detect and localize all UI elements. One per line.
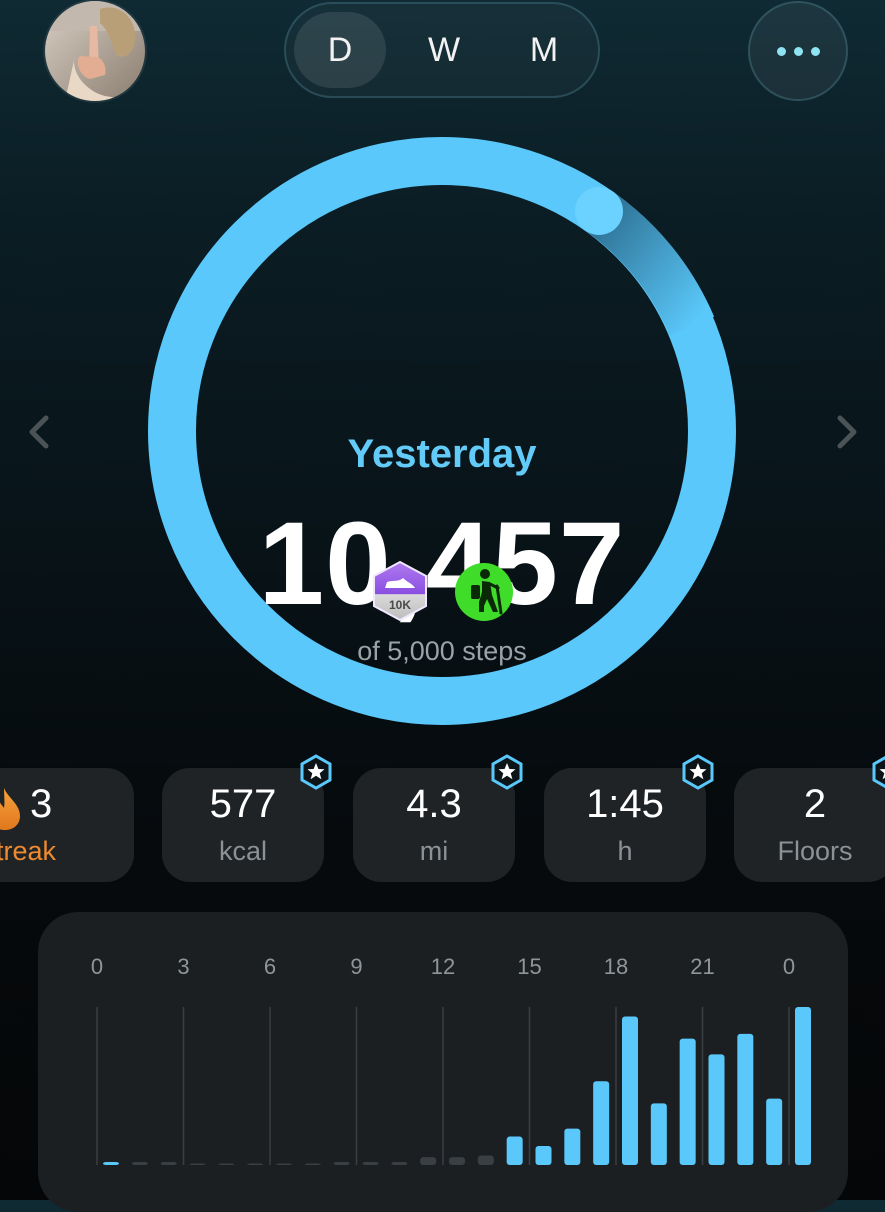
floors-unit: Floors	[734, 836, 885, 867]
chart-bar	[276, 1164, 292, 1166]
tab-day[interactable]: D	[294, 12, 386, 88]
chart-tick-label: 18	[604, 954, 628, 979]
chart-bar	[218, 1164, 234, 1166]
floors-value: 2	[734, 782, 885, 827]
chart-bar	[622, 1016, 638, 1165]
previous-day-button[interactable]	[20, 410, 60, 454]
active-time-card[interactable]: 1:45 h	[544, 768, 706, 882]
chart-bar	[247, 1164, 263, 1166]
steps-ring[interactable]: Yesterday 10,457 of 5,000 steps	[147, 136, 737, 726]
more-options-button[interactable]	[748, 1, 848, 101]
streak-label: Streak	[0, 836, 56, 867]
steps-value: 10,457	[147, 509, 737, 619]
ellipsis-dot	[811, 47, 820, 56]
chart-bar	[651, 1103, 667, 1165]
chart-bar	[478, 1156, 494, 1165]
chart-bar	[536, 1146, 552, 1165]
streak-value: 3	[30, 782, 52, 827]
chevron-right-icon	[826, 410, 866, 454]
chart-tick-label: 12	[431, 954, 455, 979]
avatar[interactable]	[45, 1, 145, 101]
chart-bar	[103, 1162, 119, 1165]
chevron-left-icon	[20, 410, 60, 454]
hourly-steps-chart[interactable]: 0 3 6 9 12 15 18 21 0	[38, 912, 848, 1212]
calories-unit: kcal	[162, 836, 324, 867]
chart-bar	[564, 1129, 580, 1165]
streak-card[interactable]: 3 Streak	[0, 768, 134, 882]
chart-bar	[305, 1164, 321, 1166]
chart-tick-label: 0	[783, 954, 795, 979]
star-badge-icon	[489, 754, 525, 790]
hourly-chart-svg: 0 3 6 9 12 15 18 21 0	[38, 912, 848, 1212]
next-day-button[interactable]	[826, 410, 866, 454]
profile-photo-icon	[45, 1, 145, 101]
chart-tick-label: 6	[264, 954, 276, 979]
floors-card[interactable]: 2 Floors	[734, 768, 885, 882]
chart-tick-label: 0	[91, 954, 103, 979]
tab-month[interactable]: M	[498, 12, 590, 88]
hiking-badge-icon[interactable]	[454, 562, 514, 622]
chart-bar	[737, 1034, 753, 1165]
active-time-unit: h	[544, 836, 706, 867]
10k-badge-label: 10K	[371, 598, 429, 612]
chart-bar	[680, 1039, 696, 1165]
chart-bar	[161, 1162, 177, 1165]
flame-icon	[0, 786, 24, 830]
chart-bar	[795, 1007, 811, 1165]
calories-card[interactable]: 577 kcal	[162, 768, 324, 882]
chart-tick-label: 21	[690, 954, 714, 979]
10k-steps-badge-icon[interactable]	[371, 560, 429, 622]
tab-week[interactable]: W	[398, 12, 490, 88]
ellipsis-icon	[777, 47, 786, 56]
chart-bar	[391, 1162, 407, 1165]
chart-tick-label: 3	[177, 954, 189, 979]
star-badge-icon	[680, 754, 716, 790]
chart-bar	[766, 1099, 782, 1165]
chart-bar	[334, 1162, 350, 1165]
star-badge-icon	[870, 754, 885, 790]
chart-bar	[363, 1162, 379, 1165]
chart-bar	[449, 1157, 465, 1165]
chart-bar	[709, 1054, 725, 1165]
distance-unit: mi	[353, 836, 515, 867]
distance-card[interactable]: 4.3 mi	[353, 768, 515, 882]
chart-bar	[593, 1081, 609, 1165]
chart-tick-label: 9	[350, 954, 362, 979]
chart-tick-label: 15	[517, 954, 541, 979]
chart-bar	[132, 1162, 148, 1165]
star-badge-icon	[298, 754, 334, 790]
day-label: Yesterday	[147, 432, 737, 477]
chart-bar	[420, 1157, 436, 1165]
steps-goal: of 5,000 steps	[147, 636, 737, 667]
period-selector: D W M	[284, 2, 600, 98]
chart-bar	[507, 1137, 523, 1165]
ellipsis-dot	[794, 47, 803, 56]
chart-bar	[190, 1164, 206, 1166]
progress-ring-cap	[575, 187, 623, 235]
